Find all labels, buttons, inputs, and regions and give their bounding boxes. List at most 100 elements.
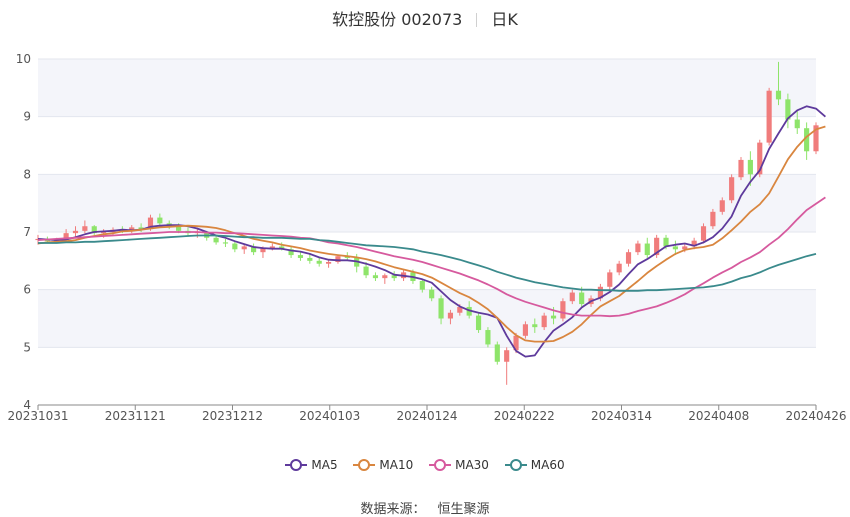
candle-body (719, 200, 725, 212)
candle-body (794, 119, 800, 129)
candle (326, 259, 332, 268)
legend-label-ma30: MA30 (455, 458, 489, 472)
candle-body (429, 289, 435, 299)
y-tick-label: 6 (23, 283, 31, 297)
candle-body (372, 275, 379, 279)
x-tick-label: 20240314 (591, 409, 652, 423)
candle-body (485, 330, 491, 345)
candle (391, 271, 397, 282)
legend-marker-ma30 (429, 459, 452, 471)
candle (560, 298, 566, 322)
candle-body (232, 243, 238, 250)
candle-body (494, 344, 500, 362)
candle (251, 243, 257, 256)
candle-body (560, 301, 566, 319)
x-tick-label: 20240222 (494, 409, 555, 423)
candle-body (307, 257, 313, 261)
candle-body (738, 159, 744, 178)
candle (494, 341, 500, 365)
candle-body (213, 237, 219, 243)
y-tick-label: 5 (23, 340, 31, 354)
legend-marker-ma60 (504, 459, 527, 471)
candle-body (447, 312, 454, 319)
candle-body (775, 90, 782, 100)
candle-body (700, 226, 707, 241)
x-tick-label: 20231212 (202, 409, 263, 423)
y-tick-label: 7 (23, 225, 31, 239)
candle-body (532, 324, 538, 328)
candle-body (644, 243, 650, 256)
legend-marker-ma10 (353, 459, 376, 471)
candle-body (297, 255, 304, 258)
candle (372, 272, 379, 282)
plot-background-bands (38, 59, 816, 348)
candle-body (616, 263, 622, 273)
candle (616, 260, 622, 276)
x-tick-label: 20231031 (7, 409, 68, 423)
legend-item-ma60[interactable]: MA60 (504, 458, 565, 472)
x-tick-label: 20240124 (396, 409, 457, 423)
candle-body (522, 324, 528, 336)
candle (316, 257, 322, 267)
candle (804, 122, 810, 160)
candle (241, 244, 247, 254)
candle (813, 122, 819, 155)
candle-body (363, 266, 369, 276)
x-tick-label: 20240426 (785, 409, 846, 423)
y-tick-label: 10 (16, 52, 31, 66)
candle-body (550, 315, 557, 319)
candle-body (72, 230, 79, 234)
source-value: 恒生聚源 (437, 502, 490, 517)
data-source: 数据来源： 恒生聚源 (0, 498, 850, 517)
candle-body (326, 261, 332, 264)
candle-body (82, 226, 88, 231)
candle (644, 237, 650, 258)
candle-body (747, 159, 753, 175)
candle-body (710, 211, 716, 227)
y-tick-label: 9 (23, 110, 31, 124)
y-axis-ticks: 45678910 (16, 52, 31, 412)
candle-body (766, 90, 772, 143)
legend-label-ma10: MA10 (379, 458, 414, 472)
candle (729, 174, 735, 204)
candle-body (157, 217, 163, 224)
legend-label-ma60: MA60 (530, 458, 565, 472)
background-band (38, 289, 816, 348)
candle-body (607, 272, 613, 287)
chart-legend: MA5 MA10 MA30 MA60 (0, 458, 850, 472)
candle-body (635, 243, 641, 253)
candle (738, 157, 744, 181)
candle (766, 87, 772, 146)
legend-item-ma10[interactable]: MA10 (353, 458, 413, 472)
legend-item-ma30[interactable]: MA30 (429, 458, 489, 472)
legend-item-ma5[interactable]: MA5 (285, 458, 338, 472)
candle (222, 238, 229, 247)
candle (475, 312, 482, 333)
candle (485, 327, 491, 348)
candle (288, 246, 294, 258)
candle-body (222, 242, 229, 244)
candle-body (625, 252, 632, 264)
candle-body (729, 177, 735, 201)
background-band (38, 174, 816, 232)
candle-body (475, 315, 482, 331)
legend-label-ma5: MA5 (311, 458, 338, 472)
candle-body (579, 292, 585, 305)
candlestick-chart: 45678910 20231031 20231121 20231212 2024010… (7, 52, 847, 423)
candle-body (569, 292, 575, 302)
x-axis: 20231031 20231121 20231212 20240103 20240124… (7, 404, 847, 423)
candle-body (438, 298, 444, 319)
x-tick-label: 20231121 (105, 409, 166, 423)
background-band (38, 59, 816, 117)
candle (635, 240, 641, 256)
candle-body (672, 246, 678, 250)
y-tick-label: 8 (23, 167, 31, 181)
candle (607, 269, 613, 290)
candle-body (504, 350, 510, 362)
candle-body (241, 246, 247, 250)
candle (297, 251, 304, 261)
legend-marker-ma5 (285, 459, 308, 471)
candle (710, 208, 716, 230)
candle (504, 347, 510, 385)
candle-body (316, 260, 322, 264)
